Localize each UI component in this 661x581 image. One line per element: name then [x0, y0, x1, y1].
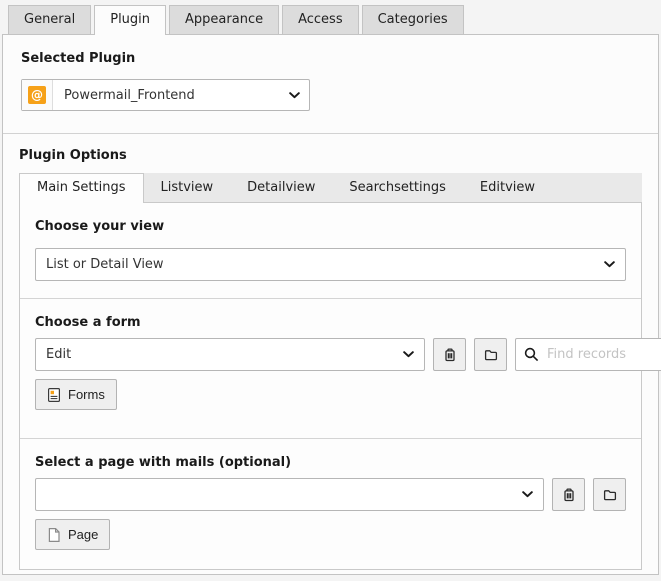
chevron-down-icon — [289, 92, 300, 99]
page-button-label: Page — [68, 527, 98, 542]
subtab-detailview[interactable]: Detailview — [230, 173, 332, 202]
plugin-tab-panel: Selected Plugin @ Powermail_Frontend Plu… — [2, 34, 659, 575]
powermail-at-icon: @ — [28, 86, 46, 104]
form-select-value: Edit — [46, 347, 403, 362]
plugin-options-heading: Plugin Options — [19, 148, 642, 163]
page-document-icon — [47, 527, 61, 543]
selected-plugin-heading: Selected Plugin — [21, 51, 640, 66]
page-select-row — [35, 478, 626, 511]
selected-plugin-value: Powermail_Frontend — [53, 88, 289, 103]
find-records-input[interactable] — [547, 347, 661, 362]
choose-form-section: Choose a form Edit — [20, 299, 641, 439]
form-document-icon — [47, 387, 61, 403]
subtab-main-settings[interactable]: Main Settings — [19, 173, 144, 203]
selected-plugin-select[interactable]: @ Powermail_Frontend — [21, 79, 310, 111]
form-select[interactable]: Edit — [35, 338, 425, 371]
subtab-searchsettings[interactable]: Searchsettings — [332, 173, 463, 202]
plugin-icon-cell: @ — [22, 80, 53, 110]
selected-plugin-section: Selected Plugin @ Powermail_Frontend — [3, 35, 658, 134]
form-browse-button[interactable] — [474, 338, 507, 371]
page-remove-button[interactable] — [552, 478, 585, 511]
flexform-tabbar: General Plugin Appearance Access Categor… — [0, 0, 661, 34]
plugin-options-section: Plugin Options Main Settings Listview De… — [3, 134, 658, 570]
tab-access[interactable]: Access — [282, 5, 359, 34]
choose-view-heading: Choose your view — [35, 219, 626, 234]
tab-plugin[interactable]: Plugin — [94, 5, 166, 35]
magnifier-icon — [516, 346, 547, 363]
choose-view-section: Choose your view List or Detail View — [20, 203, 641, 299]
forms-button-label: Forms — [68, 387, 105, 402]
page-browse-button[interactable] — [593, 478, 626, 511]
trash-icon — [561, 487, 577, 503]
page-select[interactable] — [35, 478, 544, 511]
find-records-group — [515, 338, 661, 371]
view-select[interactable]: List or Detail View — [35, 248, 626, 281]
subtab-editview[interactable]: Editview — [463, 173, 552, 202]
forms-browse-button[interactable]: Forms — [35, 379, 117, 410]
select-page-section: Select a page with mails (optional) — [20, 439, 641, 569]
tab-appearance[interactable]: Appearance — [169, 5, 279, 34]
choose-form-heading: Choose a form — [35, 315, 626, 330]
tab-categories[interactable]: Categories — [362, 5, 464, 34]
trash-icon — [442, 347, 458, 363]
folder-icon — [602, 487, 618, 503]
view-select-value: List or Detail View — [46, 257, 604, 272]
chevron-down-icon — [604, 261, 615, 268]
main-settings-panel: Choose your view List or Detail View Cho… — [19, 202, 642, 570]
form-remove-button[interactable] — [433, 338, 466, 371]
tab-general[interactable]: General — [8, 5, 91, 34]
select-page-heading: Select a page with mails (optional) — [35, 455, 626, 470]
chevron-down-icon — [522, 491, 533, 498]
chevron-down-icon — [403, 351, 414, 358]
plugin-options-subtabbar: Main Settings Listview Detailview Search… — [19, 173, 642, 202]
folder-icon — [483, 347, 499, 363]
form-select-row: Edit — [35, 338, 626, 371]
subtab-listview[interactable]: Listview — [144, 173, 231, 202]
page-record-button[interactable]: Page — [35, 519, 110, 550]
